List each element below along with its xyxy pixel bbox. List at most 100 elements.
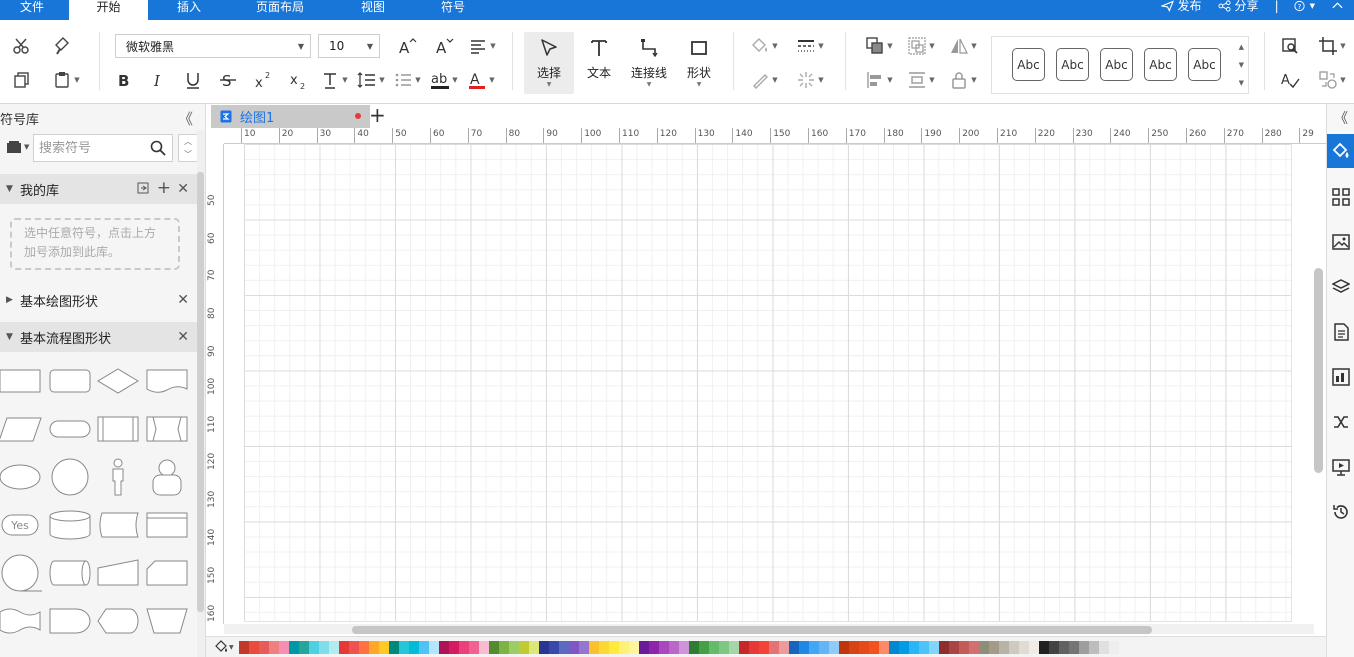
basic-shapes-section[interactable]: ▶ 基本绘图形状 ✕ [0,285,197,315]
font-shrink-button[interactable]: A [431,35,457,57]
line-style-button[interactable]: ▼ [792,35,828,57]
line-spacing-button[interactable]: ▼ [354,69,388,91]
chevron-down-icon[interactable]: ﹀ [184,149,192,160]
color-swatch[interactable] [929,641,939,654]
shape-terminator[interactable] [48,410,92,448]
color-swatch[interactable] [1109,641,1119,654]
color-swatch[interactable] [399,641,409,654]
menu-tab-symbols[interactable]: 符号 [413,0,493,20]
shape-process[interactable] [0,362,42,400]
color-swatch[interactable] [1059,641,1069,654]
color-swatch[interactable] [949,641,959,654]
color-swatch[interactable] [909,641,919,654]
find-replace-button[interactable] [1278,35,1302,57]
chevron-up-icon[interactable]: ︿ [184,136,192,147]
shape-manual-input[interactable] [96,554,140,592]
color-swatch[interactable] [1069,641,1079,654]
align-button[interactable]: ▼ [862,69,896,91]
symbols-panel-button[interactable] [1327,180,1354,214]
color-swatch[interactable] [619,641,629,654]
color-swatch[interactable] [609,641,619,654]
color-swatch[interactable] [549,641,559,654]
shape-tool-button[interactable]: 形状 ▼ [676,32,722,94]
color-swatch[interactable] [299,641,309,654]
copy-button[interactable] [10,69,34,91]
replace-shape-button[interactable]: ▼ [1316,69,1348,91]
color-swatch[interactable] [449,641,459,654]
lock-button[interactable]: ▼ [946,69,980,91]
distribute-button[interactable]: ▼ [904,69,938,91]
shape-predefined-process[interactable] [96,410,140,448]
color-swatch[interactable] [489,641,499,654]
fill-color-button[interactable]: ▼ [748,35,780,57]
color-swatch[interactable] [389,641,399,654]
canvas-vertical-scroll-thumb[interactable] [1314,268,1323,473]
shape-user[interactable] [145,458,189,496]
color-swatch[interactable] [779,641,789,654]
effects-button[interactable]: ▼ [792,69,828,91]
color-swatch[interactable] [659,641,669,654]
color-swatch[interactable] [1019,641,1029,654]
color-swatch[interactable] [579,641,589,654]
my-library-section[interactable]: ▼ 我的库 + ✕ [0,174,197,204]
highlight-color-button[interactable]: ab ▼ [428,69,460,91]
history-panel-button[interactable] [1327,495,1354,529]
color-swatch[interactable] [459,641,469,654]
menu-tab-insert[interactable]: 插入 [149,0,229,20]
color-swatch[interactable] [829,641,839,654]
color-swatch[interactable] [669,641,679,654]
shape-sequential-storage[interactable] [0,554,42,592]
color-swatch[interactable] [539,641,549,654]
shape-document[interactable] [145,362,189,400]
search-scroll-stepper[interactable]: ︿ ﹀ [178,134,198,162]
color-swatch[interactable] [569,641,579,654]
format-painter-button[interactable] [50,35,74,57]
color-swatch[interactable] [1009,641,1019,654]
library-menu-button[interactable]: ▼ [6,140,29,154]
symbol-search-input[interactable] [39,139,147,157]
menu-tab-file[interactable]: 文件 [0,0,64,20]
color-swatch[interactable] [1079,641,1089,654]
color-swatch[interactable] [1099,641,1109,654]
search-icon[interactable] [150,140,166,156]
underline-button[interactable] [181,69,205,91]
color-swatch[interactable] [879,641,889,654]
presentation-panel-button[interactable] [1327,450,1354,484]
color-swatch[interactable] [919,641,929,654]
library-scrollbar-thumb[interactable] [197,172,204,612]
superscript-button[interactable]: x2 [251,69,275,91]
color-swatch[interactable] [679,641,689,654]
add-page-button[interactable]: + [369,104,386,126]
color-swatch[interactable] [749,641,759,654]
color-swatch[interactable] [419,641,429,654]
color-swatch[interactable] [269,641,279,654]
flip-button[interactable]: ▼ [946,35,980,57]
shape-manual-loop[interactable] [145,410,189,448]
color-swatch[interactable] [759,641,769,654]
color-swatch[interactable] [959,641,969,654]
color-swatch[interactable] [999,641,1009,654]
shape-direct-data[interactable] [48,554,92,592]
color-swatch[interactable] [1089,641,1099,654]
color-swatch[interactable] [889,641,899,654]
shape-card[interactable] [145,554,189,592]
shape-yes-button[interactable]: Yes [0,506,42,544]
color-swatch[interactable] [499,641,509,654]
bold-button[interactable]: B [111,69,135,91]
shape-delay[interactable] [48,602,92,640]
connector-tool-button[interactable]: 连接线 ▼ [626,32,672,94]
cut-button[interactable] [10,35,34,57]
color-swatch[interactable] [789,641,799,654]
color-swatch[interactable] [979,641,989,654]
color-swatch[interactable] [719,641,729,654]
help-button[interactable]: ? ▼ [1293,0,1315,12]
document-tab[interactable]: 绘图1 [211,105,370,128]
color-swatch[interactable] [629,641,639,654]
strikethrough-button[interactable]: S [216,69,240,91]
close-icon[interactable]: ✕ [177,181,189,197]
add-to-library-icon[interactable]: + [157,178,171,198]
expand-right-panel-button[interactable]: 《 [1327,104,1354,132]
font-family-select[interactable]: 微软雅黑 ▼ [115,34,311,58]
gallery-up-icon[interactable]: ▲ [1239,43,1244,51]
color-swatch[interactable] [689,641,699,654]
